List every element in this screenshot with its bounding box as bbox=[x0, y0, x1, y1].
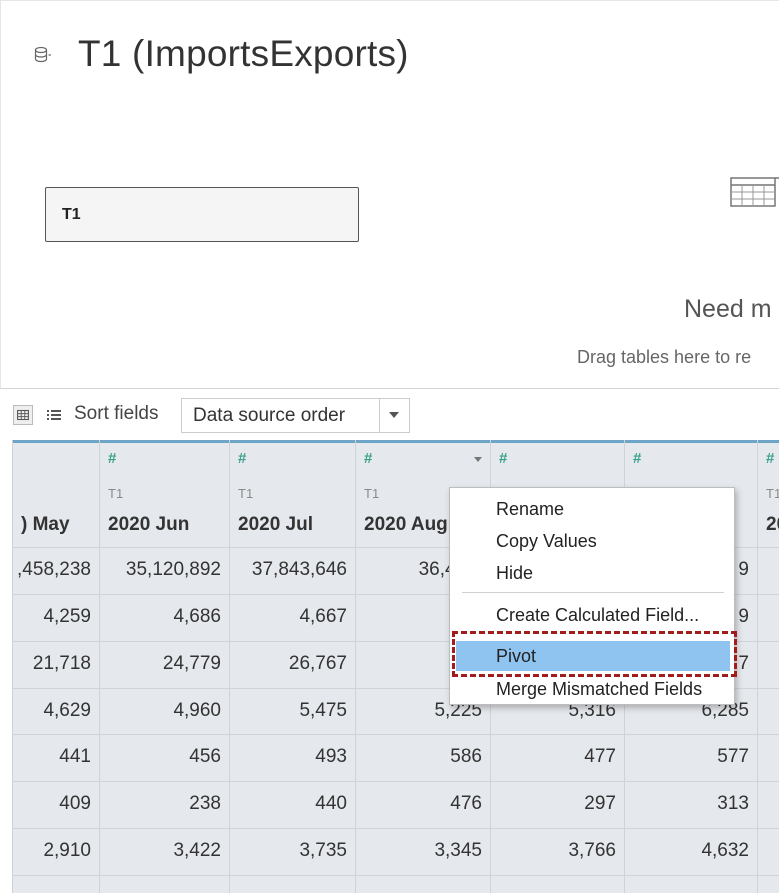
grid-toolbar: Sort fields Data source order bbox=[0, 388, 779, 440]
menu-item-merge-mismatched-fields[interactable]: Merge Mismatched Fields bbox=[450, 674, 734, 704]
table-cell[interactable]: 2,910 bbox=[43, 840, 91, 862]
grid-column[interactable]: # T1 2020 Jul 37,843,646 4,667 26,767 5,475 493… bbox=[229, 440, 355, 893]
table-cell[interactable]: 4,629 bbox=[43, 700, 91, 722]
table-cell[interactable]: 3,766 bbox=[568, 840, 616, 862]
table-cell[interactable]: 9 bbox=[738, 606, 749, 628]
sort-fields-value: Data source order bbox=[193, 405, 346, 426]
table-cell[interactable]: 9 bbox=[738, 559, 749, 581]
table-cell[interactable]: 4,686 bbox=[173, 606, 221, 628]
column-menu-chevron-icon[interactable] bbox=[474, 457, 482, 462]
table-cell[interactable]: 313 bbox=[717, 793, 749, 815]
table-cell[interactable]: 456 bbox=[189, 746, 221, 768]
chevron-down-icon[interactable] bbox=[389, 412, 399, 418]
number-type-icon[interactable]: # bbox=[499, 450, 507, 467]
table-chip-label: T1 bbox=[62, 206, 81, 223]
table-chip-t1[interactable]: T1 bbox=[45, 187, 359, 242]
row-divider bbox=[12, 781, 779, 782]
table-cell[interactable]: 37,843,646 bbox=[252, 559, 347, 581]
table-cell[interactable]: 7 bbox=[738, 653, 749, 675]
table-cell[interactable]: 493 bbox=[315, 746, 347, 768]
table-cell[interactable]: 5,475 bbox=[299, 700, 347, 722]
menu-item-hide[interactable]: Hide bbox=[450, 558, 734, 588]
table-cell[interactable]: 409 bbox=[59, 793, 91, 815]
menu-separator bbox=[462, 592, 724, 593]
menu-item-label: Create Calculated Field... bbox=[496, 605, 700, 625]
column-header-name[interactable]: ) May bbox=[21, 514, 70, 536]
table-cell[interactable]: 476 bbox=[450, 793, 482, 815]
drag-tables-hint: Drag tables here to re bbox=[577, 347, 752, 367]
number-type-icon[interactable]: # bbox=[766, 450, 774, 467]
need-more-text: Need m bbox=[684, 295, 772, 323]
list-view-icon[interactable] bbox=[45, 405, 63, 425]
sort-fields-dropdown[interactable]: Data source order bbox=[181, 398, 410, 433]
grid-column[interactable]: # T1 20 bbox=[757, 440, 779, 893]
grid-column[interactable]: ) May ,458,238 4,259 21,718 4,629 441 409 2,910 bbox=[12, 440, 99, 893]
column-source-label: T1 bbox=[364, 486, 380, 501]
row-divider bbox=[12, 828, 779, 829]
number-type-icon[interactable]: # bbox=[364, 450, 372, 467]
column-header-name[interactable]: 2020 Jun bbox=[108, 514, 189, 536]
menu-item-rename[interactable]: Rename bbox=[450, 494, 734, 524]
table-cell[interactable]: 3,735 bbox=[299, 840, 347, 862]
row-divider bbox=[12, 875, 779, 876]
table-cell[interactable]: 297 bbox=[584, 793, 616, 815]
column-header-name[interactable]: 2020 Jul bbox=[238, 514, 313, 536]
table-grid-icon bbox=[730, 177, 779, 207]
number-type-icon[interactable]: # bbox=[633, 450, 641, 467]
table-cell[interactable]: 238 bbox=[189, 793, 221, 815]
table-cell[interactable]: 4,259 bbox=[43, 606, 91, 628]
menu-item-label: Merge Mismatched Fields bbox=[496, 679, 703, 699]
table-cell[interactable]: 441 bbox=[59, 746, 91, 768]
table-cell[interactable]: ,458,238 bbox=[17, 559, 91, 581]
table-cell[interactable]: 24,779 bbox=[163, 653, 221, 675]
row-divider bbox=[12, 734, 779, 735]
table-cell[interactable]: 3,345 bbox=[434, 840, 482, 862]
table-cell[interactable]: 4,667 bbox=[299, 606, 347, 628]
column-source-label: T1 bbox=[238, 486, 254, 501]
data-source-canvas: T1 (ImportsExports) T1 Need m Drag table… bbox=[0, 0, 779, 388]
table-cell[interactable]: 4,632 bbox=[701, 840, 749, 862]
menu-item-copy-values[interactable]: Copy Values bbox=[450, 526, 734, 556]
table-cell[interactable]: 26,767 bbox=[289, 653, 347, 675]
column-source-label: T1 bbox=[766, 486, 779, 501]
number-type-icon[interactable]: # bbox=[238, 450, 246, 467]
dropdown-divider bbox=[379, 399, 380, 432]
table-cell[interactable]: 440 bbox=[315, 793, 347, 815]
menu-item-label: Hide bbox=[496, 563, 534, 583]
menu-item-label: Copy Values bbox=[496, 531, 597, 551]
page-title: T1 (ImportsExports) bbox=[78, 33, 409, 74]
menu-item-label: Rename bbox=[496, 499, 565, 519]
table-cell[interactable]: 21,718 bbox=[33, 653, 91, 675]
table-cell[interactable]: 35,120,892 bbox=[126, 559, 221, 581]
table-cell[interactable]: 3,422 bbox=[173, 840, 221, 862]
table-cell[interactable]: 577 bbox=[717, 746, 749, 768]
grid-view-icon[interactable] bbox=[13, 405, 33, 425]
pivot-highlight-callout bbox=[452, 631, 737, 677]
column-header-name[interactable]: 20 bbox=[766, 514, 779, 536]
number-type-icon[interactable]: # bbox=[108, 450, 116, 467]
table-cell[interactable]: 477 bbox=[584, 746, 616, 768]
sort-fields-label: Sort fields bbox=[74, 403, 159, 424]
column-header-name[interactable]: 2020 Aug bbox=[364, 514, 448, 536]
menu-item-create-calculated-field[interactable]: Create Calculated Field... bbox=[450, 600, 734, 630]
table-cell[interactable]: 4,960 bbox=[173, 700, 221, 722]
table-cell[interactable]: 586 bbox=[450, 746, 482, 768]
database-icon[interactable] bbox=[34, 45, 52, 65]
column-source-label: T1 bbox=[108, 486, 124, 501]
grid-column[interactable]: # T1 2020 Jun 35,120,892 4,686 24,779 4,960 456… bbox=[99, 440, 229, 893]
